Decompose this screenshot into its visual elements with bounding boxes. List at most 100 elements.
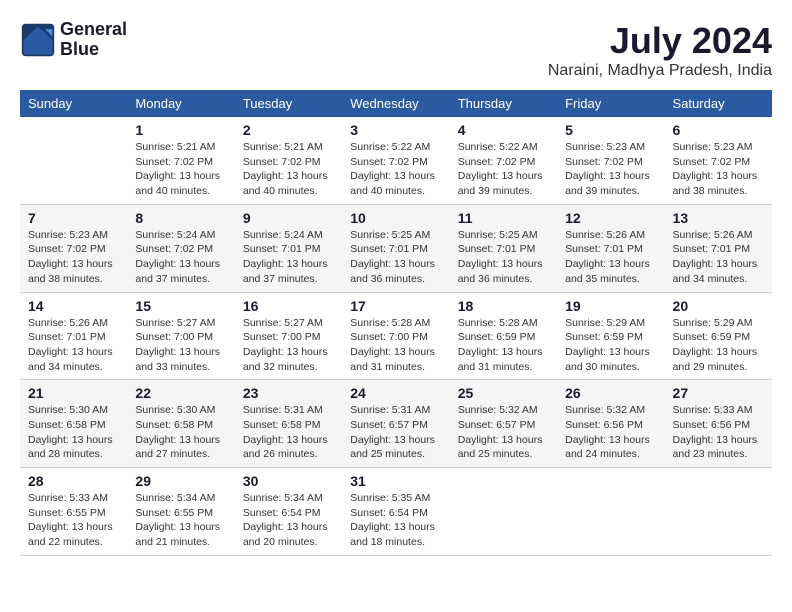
calendar-cell: 8 Sunrise: 5:24 AM Sunset: 7:02 PM Daylig… bbox=[127, 204, 234, 292]
calendar-week-row: 14 Sunrise: 5:26 AM Sunset: 7:01 PM Dayli… bbox=[20, 292, 772, 380]
calendar-week-row: 28 Sunrise: 5:33 AM Sunset: 6:55 PM Dayli… bbox=[20, 468, 772, 556]
main-title: July 2024 bbox=[548, 20, 772, 62]
day-info: Sunrise: 5:22 AM Sunset: 7:02 PM Dayligh… bbox=[458, 140, 549, 199]
header-cell: Monday bbox=[127, 90, 234, 117]
calendar-week-row: 21 Sunrise: 5:30 AM Sunset: 6:58 PM Dayli… bbox=[20, 380, 772, 468]
day-number: 24 bbox=[350, 385, 441, 401]
day-number: 25 bbox=[458, 385, 549, 401]
calendar-cell: 30 Sunrise: 5:34 AM Sunset: 6:54 PM Dayli… bbox=[235, 468, 342, 556]
day-info: Sunrise: 5:31 AM Sunset: 6:58 PM Dayligh… bbox=[243, 403, 334, 462]
calendar-cell: 28 Sunrise: 5:33 AM Sunset: 6:55 PM Dayli… bbox=[20, 468, 127, 556]
day-number: 26 bbox=[565, 385, 656, 401]
day-number: 22 bbox=[135, 385, 226, 401]
calendar-cell: 9 Sunrise: 5:24 AM Sunset: 7:01 PM Daylig… bbox=[235, 204, 342, 292]
day-info: Sunrise: 5:31 AM Sunset: 6:57 PM Dayligh… bbox=[350, 403, 441, 462]
day-number: 14 bbox=[28, 298, 119, 314]
day-info: Sunrise: 5:24 AM Sunset: 7:02 PM Dayligh… bbox=[135, 228, 226, 287]
calendar-cell: 20Sunrise: 5:29 AM Sunset: 6:59 PM Dayli… bbox=[665, 292, 772, 380]
day-number: 23 bbox=[243, 385, 334, 401]
calendar-cell: 6Sunrise: 5:23 AM Sunset: 7:02 PM Daylig… bbox=[665, 117, 772, 204]
day-number: 29 bbox=[135, 473, 226, 489]
day-info: Sunrise: 5:23 AM Sunset: 7:02 PM Dayligh… bbox=[673, 140, 764, 199]
calendar-cell: 21 Sunrise: 5:30 AM Sunset: 6:58 PM Dayli… bbox=[20, 380, 127, 468]
day-info: Sunrise: 5:27 AM Sunset: 7:00 PM Dayligh… bbox=[135, 316, 226, 375]
header-cell: Thursday bbox=[450, 90, 557, 117]
header-row: SundayMondayTuesdayWednesdayThursdayFrid… bbox=[20, 90, 772, 117]
day-info: Sunrise: 5:25 AM Sunset: 7:01 PM Dayligh… bbox=[350, 228, 441, 287]
day-info: Sunrise: 5:33 AM Sunset: 6:56 PM Dayligh… bbox=[673, 403, 764, 462]
day-info: Sunrise: 5:26 AM Sunset: 7:01 PM Dayligh… bbox=[673, 228, 764, 287]
day-info: Sunrise: 5:30 AM Sunset: 6:58 PM Dayligh… bbox=[28, 403, 119, 462]
day-info: Sunrise: 5:21 AM Sunset: 7:02 PM Dayligh… bbox=[243, 140, 334, 199]
calendar-cell bbox=[450, 468, 557, 556]
calendar-cell: 15 Sunrise: 5:27 AM Sunset: 7:00 PM Dayli… bbox=[127, 292, 234, 380]
calendar-cell: 1Sunrise: 5:21 AM Sunset: 7:02 PM Daylig… bbox=[127, 117, 234, 204]
calendar-cell: 16 Sunrise: 5:27 AM Sunset: 7:00 PM Dayli… bbox=[235, 292, 342, 380]
calendar-cell: 10 Sunrise: 5:25 AM Sunset: 7:01 PM Dayli… bbox=[342, 204, 449, 292]
day-info: Sunrise: 5:21 AM Sunset: 7:02 PM Dayligh… bbox=[135, 140, 226, 199]
day-number: 21 bbox=[28, 385, 119, 401]
day-number: 7 bbox=[28, 210, 119, 226]
day-info: Sunrise: 5:33 AM Sunset: 6:55 PM Dayligh… bbox=[28, 491, 119, 550]
calendar-week-row: 1Sunrise: 5:21 AM Sunset: 7:02 PM Daylig… bbox=[20, 117, 772, 204]
header-cell: Saturday bbox=[665, 90, 772, 117]
calendar-cell: 3Sunrise: 5:22 AM Sunset: 7:02 PM Daylig… bbox=[342, 117, 449, 204]
logo-icon bbox=[20, 22, 56, 58]
day-number: 30 bbox=[243, 473, 334, 489]
calendar-cell: 11Sunrise: 5:25 AM Sunset: 7:01 PM Dayli… bbox=[450, 204, 557, 292]
calendar-cell: 19 Sunrise: 5:29 AM Sunset: 6:59 PM Dayli… bbox=[557, 292, 664, 380]
day-info: Sunrise: 5:25 AM Sunset: 7:01 PM Dayligh… bbox=[458, 228, 549, 287]
calendar-cell: 17Sunrise: 5:28 AM Sunset: 7:00 PM Dayli… bbox=[342, 292, 449, 380]
calendar-table: SundayMondayTuesdayWednesdayThursdayFrid… bbox=[20, 90, 772, 556]
calendar-cell: 23 Sunrise: 5:31 AM Sunset: 6:58 PM Dayli… bbox=[235, 380, 342, 468]
day-number: 9 bbox=[243, 210, 334, 226]
header-cell: Wednesday bbox=[342, 90, 449, 117]
calendar-cell: 25Sunrise: 5:32 AM Sunset: 6:57 PM Dayli… bbox=[450, 380, 557, 468]
calendar-cell: 13 Sunrise: 5:26 AM Sunset: 7:01 PM Dayli… bbox=[665, 204, 772, 292]
logo-text: General Blue bbox=[60, 20, 127, 60]
day-number: 2 bbox=[243, 122, 334, 138]
calendar-cell: 12Sunrise: 5:26 AM Sunset: 7:01 PM Dayli… bbox=[557, 204, 664, 292]
calendar-cell bbox=[665, 468, 772, 556]
day-number: 18 bbox=[458, 298, 549, 314]
logo: General Blue bbox=[20, 20, 127, 60]
day-number: 5 bbox=[565, 122, 656, 138]
calendar-cell: 22 Sunrise: 5:30 AM Sunset: 6:58 PM Dayli… bbox=[127, 380, 234, 468]
header-cell: Sunday bbox=[20, 90, 127, 117]
calendar-cell: 24 Sunrise: 5:31 AM Sunset: 6:57 PM Dayli… bbox=[342, 380, 449, 468]
day-info: Sunrise: 5:32 AM Sunset: 6:56 PM Dayligh… bbox=[565, 403, 656, 462]
page-header: General Blue July 2024 Naraini, Madhya P… bbox=[20, 20, 772, 80]
subtitle: Naraini, Madhya Pradesh, India bbox=[548, 62, 772, 80]
day-info: Sunrise: 5:34 AM Sunset: 6:55 PM Dayligh… bbox=[135, 491, 226, 550]
day-info: Sunrise: 5:29 AM Sunset: 6:59 PM Dayligh… bbox=[565, 316, 656, 375]
header-cell: Tuesday bbox=[235, 90, 342, 117]
day-info: Sunrise: 5:26 AM Sunset: 7:01 PM Dayligh… bbox=[565, 228, 656, 287]
day-info: Sunrise: 5:22 AM Sunset: 7:02 PM Dayligh… bbox=[350, 140, 441, 199]
day-info: Sunrise: 5:35 AM Sunset: 6:54 PM Dayligh… bbox=[350, 491, 441, 550]
day-info: Sunrise: 5:29 AM Sunset: 6:59 PM Dayligh… bbox=[673, 316, 764, 375]
day-info: Sunrise: 5:26 AM Sunset: 7:01 PM Dayligh… bbox=[28, 316, 119, 375]
calendar-cell bbox=[557, 468, 664, 556]
day-info: Sunrise: 5:34 AM Sunset: 6:54 PM Dayligh… bbox=[243, 491, 334, 550]
day-number: 19 bbox=[565, 298, 656, 314]
day-number: 16 bbox=[243, 298, 334, 314]
header-cell: Friday bbox=[557, 90, 664, 117]
calendar-cell: 18Sunrise: 5:28 AM Sunset: 6:59 PM Dayli… bbox=[450, 292, 557, 380]
day-info: Sunrise: 5:30 AM Sunset: 6:58 PM Dayligh… bbox=[135, 403, 226, 462]
day-number: 8 bbox=[135, 210, 226, 226]
day-info: Sunrise: 5:28 AM Sunset: 7:00 PM Dayligh… bbox=[350, 316, 441, 375]
day-number: 13 bbox=[673, 210, 764, 226]
day-number: 28 bbox=[28, 473, 119, 489]
calendar-cell: 7Sunrise: 5:23 AM Sunset: 7:02 PM Daylig… bbox=[20, 204, 127, 292]
day-info: Sunrise: 5:23 AM Sunset: 7:02 PM Dayligh… bbox=[565, 140, 656, 199]
calendar-cell bbox=[20, 117, 127, 204]
day-number: 27 bbox=[673, 385, 764, 401]
day-info: Sunrise: 5:27 AM Sunset: 7:00 PM Dayligh… bbox=[243, 316, 334, 375]
day-info: Sunrise: 5:24 AM Sunset: 7:01 PM Dayligh… bbox=[243, 228, 334, 287]
day-number: 10 bbox=[350, 210, 441, 226]
day-number: 4 bbox=[458, 122, 549, 138]
calendar-cell: 31Sunrise: 5:35 AM Sunset: 6:54 PM Dayli… bbox=[342, 468, 449, 556]
day-number: 15 bbox=[135, 298, 226, 314]
calendar-cell: 2 Sunrise: 5:21 AM Sunset: 7:02 PM Daylig… bbox=[235, 117, 342, 204]
calendar-cell: 26 Sunrise: 5:32 AM Sunset: 6:56 PM Dayli… bbox=[557, 380, 664, 468]
